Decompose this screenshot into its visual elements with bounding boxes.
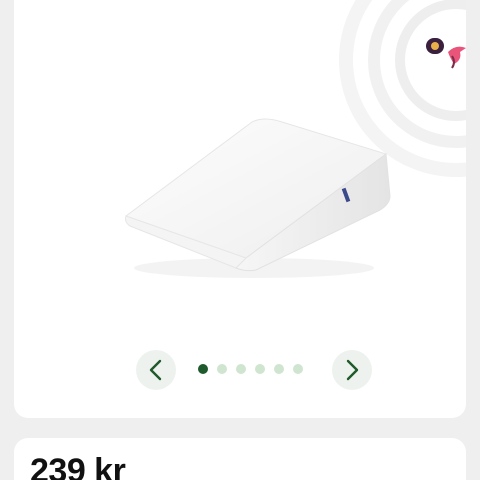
carousel-dot-3[interactable] (236, 364, 246, 374)
previous-image-button[interactable] (136, 350, 176, 390)
product-gallery (14, 0, 466, 418)
chevron-left-icon (149, 359, 162, 381)
chevron-right-icon (346, 359, 359, 381)
carousel-dot-4[interactable] (255, 364, 265, 374)
carousel-dots (198, 364, 303, 374)
carousel-dot-2[interactable] (217, 364, 227, 374)
product-info-card: 239 kr (14, 438, 466, 480)
carousel-dot-5[interactable] (274, 364, 284, 374)
wedge-pillow-image (124, 118, 391, 278)
carousel-dot-1[interactable] (198, 364, 208, 374)
bird-badge-icon[interactable] (422, 36, 466, 72)
next-image-button[interactable] (332, 350, 372, 390)
product-price: 239 kr (30, 452, 126, 480)
carousel-dot-6[interactable] (293, 364, 303, 374)
